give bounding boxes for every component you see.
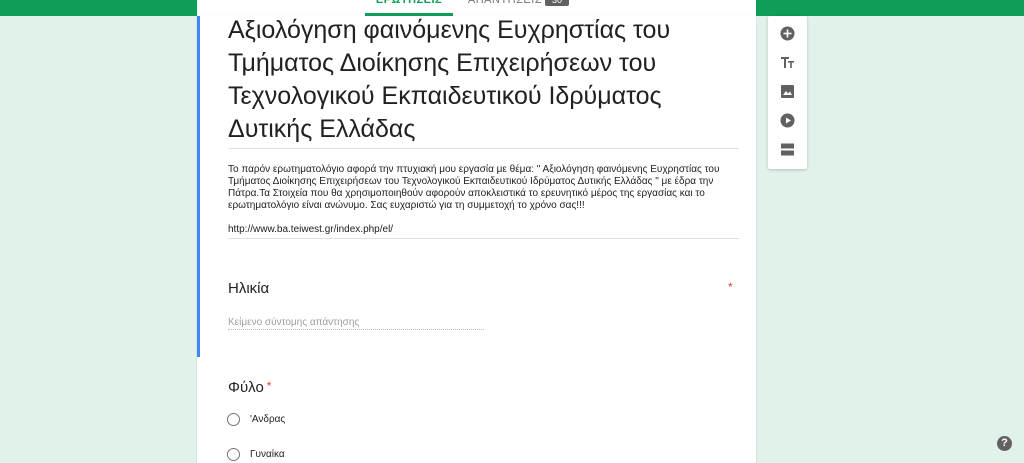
description-divider xyxy=(228,238,739,239)
active-section-accent xyxy=(197,16,200,357)
gender-option-male[interactable]: 'Ανδρας xyxy=(227,413,285,426)
form-title[interactable]: Αξιολόγηση φαινόμενης Ευχρηστίας του Τμή… xyxy=(228,14,728,146)
option-label: 'Ανδρας xyxy=(250,414,286,425)
radio-button[interactable] xyxy=(227,413,240,426)
question-gender-title[interactable]: Φύλο * xyxy=(228,379,271,396)
radio-button[interactable] xyxy=(227,448,240,461)
title-text-icon[interactable] xyxy=(780,55,795,70)
side-toolbar xyxy=(768,16,807,169)
gender-option-female[interactable]: Γυναίκα xyxy=(227,448,285,461)
tab-responses[interactable]: ΑΠΑΝΤΗΣΕΙΣ xyxy=(465,0,545,14)
option-label: Γυναίκα xyxy=(250,449,285,460)
question-gender-label: Φύλο xyxy=(228,379,264,396)
video-icon[interactable] xyxy=(780,113,795,128)
section-icon[interactable] xyxy=(780,142,795,157)
required-asterisk: * xyxy=(266,379,272,393)
help-icon[interactable]: ? xyxy=(997,436,1012,451)
tab-questions[interactable]: ΕΡΩΤΗΣΕΙΣ xyxy=(365,0,453,14)
required-asterisk: * xyxy=(728,280,733,294)
add-circle-icon[interactable] xyxy=(780,26,795,41)
form-description[interactable]: Το παρόν ερωτηματολόγιο αφορά την πτυχια… xyxy=(228,164,738,236)
image-icon[interactable] xyxy=(780,84,795,99)
question-age-title[interactable]: Ηλικία xyxy=(228,280,269,297)
title-divider xyxy=(228,148,739,149)
responses-count-badge: 30 xyxy=(545,0,569,6)
age-short-answer-field[interactable] xyxy=(228,315,484,330)
